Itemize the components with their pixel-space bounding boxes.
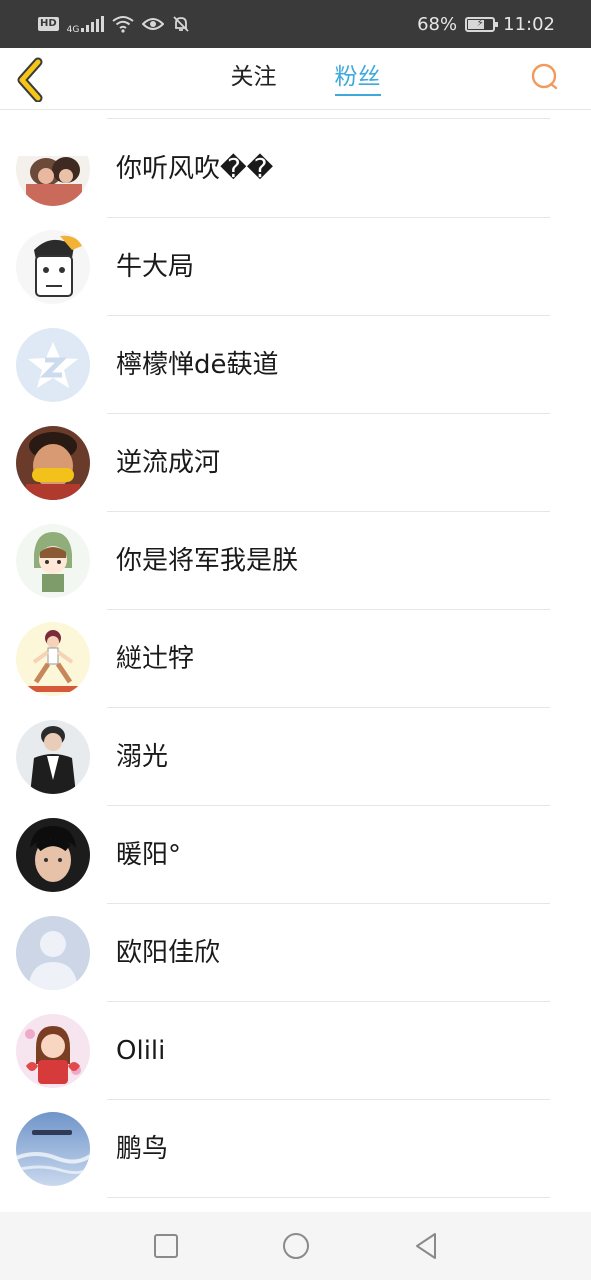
- home-icon: [282, 1233, 309, 1259]
- battery-percent: 68%: [417, 13, 458, 35]
- divider: [107, 118, 550, 119]
- avatar: [16, 132, 90, 206]
- fan-name: 鹏鸟: [116, 1134, 169, 1164]
- recent-apps-button[interactable]: [151, 1231, 181, 1261]
- status-icons-right: 68% ⚡ 11:02: [417, 14, 555, 35]
- battery-icon: ⚡: [465, 16, 499, 32]
- avatar: [16, 524, 90, 598]
- avatar: [16, 916, 90, 990]
- fan-list-item[interactable]: 暖阳°: [0, 806, 591, 904]
- fan-name: 你是将军我是朕: [116, 546, 299, 576]
- wifi-icon: [112, 16, 134, 33]
- avatar: [16, 230, 90, 304]
- fan-name: 你听风吹��: [116, 154, 274, 184]
- fan-name: 牛大局: [116, 252, 195, 282]
- fan-list-item[interactable]: 逆流成河: [0, 414, 591, 512]
- fan-list-item[interactable]: 縌辻牸: [0, 610, 591, 708]
- fan-list-item[interactable]: 檸檬惮dē蒛道: [0, 316, 591, 414]
- status-icons-left: HD 4G: [38, 13, 190, 35]
- fan-list-item[interactable]: 欧阳佳欣: [0, 904, 591, 1002]
- eye-comfort-icon: [142, 18, 165, 30]
- fan-list-item[interactable]: Olili: [0, 1002, 591, 1100]
- status-bar: HD 4G 68% ⚡ 11:02: [0, 0, 591, 48]
- fans-list[interactable]: 你听风吹�� 牛大局 檸檬惮dē蒛道 逆流成河 你是将军我是朕 縌辻牸 溺光 暖…: [0, 110, 591, 1212]
- avatar: [16, 328, 90, 402]
- clock: 11:02: [503, 13, 555, 35]
- top-navigation-bar: 关注 粉丝: [0, 48, 591, 110]
- back-icon: [415, 1233, 436, 1259]
- fan-name: Olili: [116, 1036, 166, 1066]
- avatar: [16, 720, 90, 794]
- fan-list-item[interactable]: 你听风吹��: [0, 120, 591, 218]
- fan-name: 溺光: [116, 742, 169, 772]
- avatar: [16, 818, 90, 892]
- fan-list-item[interactable]: 溺光: [0, 708, 591, 806]
- tab-fans[interactable]: 粉丝: [334, 48, 381, 110]
- back-nav-button[interactable]: [411, 1231, 441, 1261]
- signal-icon: [81, 16, 105, 32]
- tab-bar: 关注 粉丝: [0, 48, 591, 110]
- avatar: [16, 426, 90, 500]
- hd-badge: HD: [38, 17, 59, 31]
- fan-name: 欧阳佳欣: [116, 938, 221, 968]
- network-type: 4G: [66, 25, 80, 35]
- tab-following[interactable]: 关注: [231, 48, 277, 110]
- fan-name: 暖阳°: [116, 840, 182, 870]
- divider: [107, 1197, 550, 1198]
- avatar: [16, 1014, 90, 1088]
- mute-notifications-icon: [173, 16, 190, 32]
- fan-list-item[interactable]: 鹏鸟: [0, 1100, 591, 1198]
- fan-list-item[interactable]: 你是将军我是朕: [0, 512, 591, 610]
- fan-name: 逆流成河: [116, 448, 221, 478]
- fan-list-item[interactable]: 牛大局: [0, 218, 591, 316]
- avatar: [16, 622, 90, 696]
- system-navigation-bar: [0, 1212, 591, 1280]
- fan-name: 檸檬惮dē蒛道: [116, 350, 279, 380]
- avatar: [16, 1112, 90, 1186]
- search-icon: [531, 63, 558, 90]
- recent-apps-icon: [153, 1234, 178, 1258]
- fan-name: 縌辻牸: [116, 644, 195, 674]
- home-button[interactable]: [281, 1231, 311, 1261]
- charging-icon: ⚡: [476, 18, 484, 29]
- search-button[interactable]: [529, 61, 561, 93]
